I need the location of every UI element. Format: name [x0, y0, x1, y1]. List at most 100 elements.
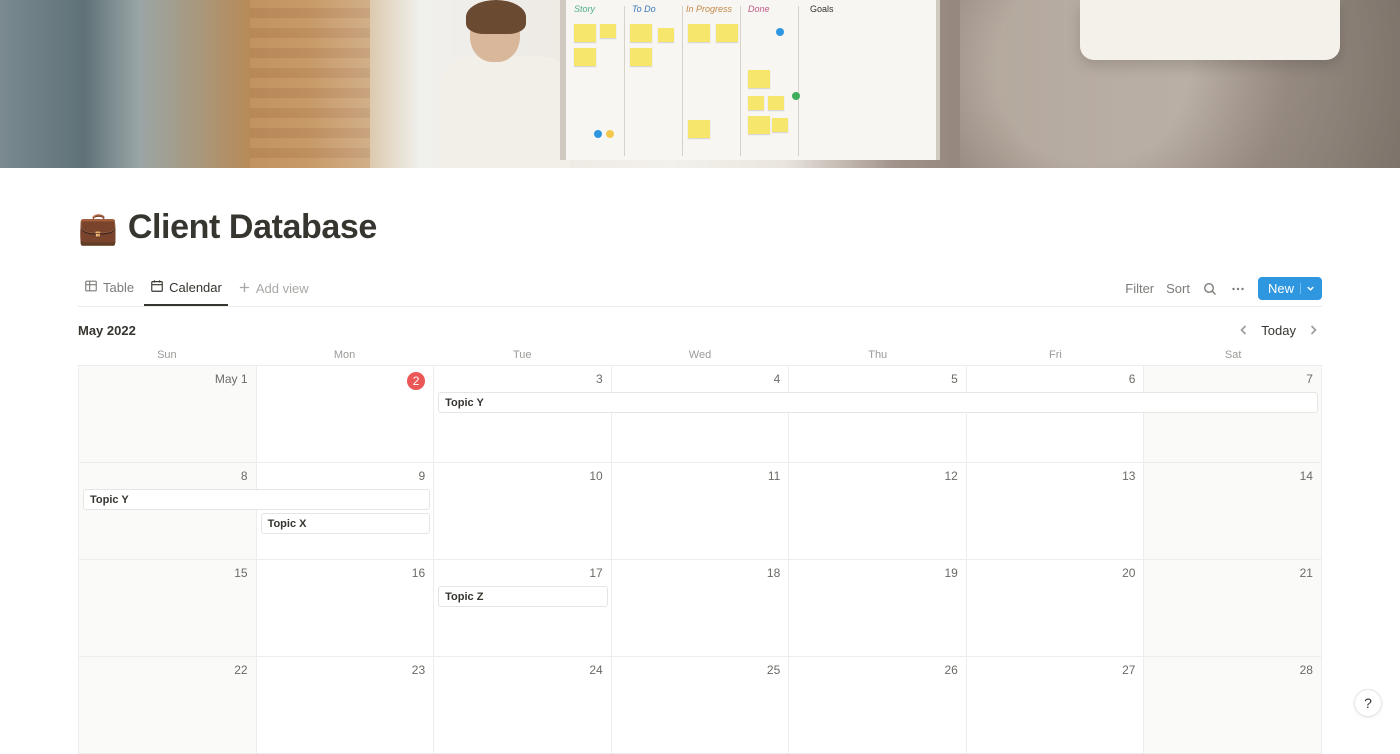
dow-label: Mon: [256, 347, 434, 363]
new-button-label: New: [1268, 281, 1294, 296]
calendar-day[interactable]: 13: [967, 463, 1145, 560]
new-button[interactable]: New: [1258, 277, 1322, 300]
calendar-day[interactable]: May 1: [79, 366, 257, 463]
calendar-day[interactable]: 10: [434, 463, 612, 560]
search-icon[interactable]: [1202, 281, 1218, 297]
calendar-header: May 2022 Today: [78, 317, 1322, 343]
day-number: 27: [1122, 663, 1135, 677]
day-number: 16: [412, 566, 425, 580]
calendar-day[interactable]: 3: [434, 366, 612, 463]
day-number: 14: [1300, 469, 1313, 483]
calendar-day[interactable]: 11: [612, 463, 790, 560]
calendar-day[interactable]: 27: [967, 657, 1145, 754]
calendar-week: 8 9 10 11 12 13 14 Topic Y Topic X: [79, 463, 1322, 560]
day-number: 12: [944, 469, 957, 483]
dow-label: Sun: [78, 347, 256, 363]
calendar-day[interactable]: 15: [79, 560, 257, 657]
day-number: 26: [944, 663, 957, 677]
filter-button[interactable]: Filter: [1125, 281, 1154, 296]
day-number: 22: [234, 663, 247, 677]
day-number: 24: [589, 663, 602, 677]
help-button[interactable]: ?: [1354, 689, 1382, 717]
calendar-day[interactable]: 20: [967, 560, 1145, 657]
today-button[interactable]: Today: [1261, 323, 1296, 338]
calendar-icon: [150, 279, 164, 296]
page-title[interactable]: Client Database: [128, 208, 377, 247]
view-tab-calendar-label: Calendar: [169, 280, 222, 295]
day-number: 10: [589, 469, 602, 483]
plus-icon: [238, 281, 251, 297]
views-bar: Table Calendar Add view Filter Sort: [78, 271, 1322, 307]
calendar-week: 22 23 24 25 26 27 28: [79, 657, 1322, 754]
day-number: 4: [774, 372, 781, 386]
calendar-day[interactable]: 28: [1144, 657, 1322, 754]
day-number: 25: [767, 663, 780, 677]
calendar-day[interactable]: 17: [434, 560, 612, 657]
calendar-day[interactable]: 9: [257, 463, 435, 560]
calendar-week: 15 16 17 18 19 20 21 Topic Z: [79, 560, 1322, 657]
calendar-event[interactable]: Topic Z: [438, 586, 608, 607]
calendar-event[interactable]: Topic X: [261, 513, 431, 534]
calendar-day[interactable]: 6: [967, 366, 1145, 463]
day-number: May 1: [215, 372, 248, 386]
calendar-day[interactable]: 14: [1144, 463, 1322, 560]
calendar-day[interactable]: 23: [257, 657, 435, 754]
sort-button[interactable]: Sort: [1166, 281, 1190, 296]
day-number: 13: [1122, 469, 1135, 483]
calendar-day[interactable]: 4: [612, 366, 790, 463]
day-number: 8: [241, 469, 248, 483]
day-number: 11: [768, 469, 780, 483]
dow-label: Wed: [611, 347, 789, 363]
day-number: 3: [596, 372, 603, 386]
calendar-day[interactable]: 7: [1144, 366, 1322, 463]
view-tab-table-label: Table: [103, 280, 134, 295]
chevron-down-icon[interactable]: [1300, 283, 1316, 294]
day-number: 28: [1300, 663, 1313, 677]
cover-image: Story To Do In Progress Done Goals: [0, 0, 1400, 168]
calendar-day[interactable]: 26: [789, 657, 967, 754]
more-icon[interactable]: [1230, 281, 1246, 297]
next-month-button[interactable]: [1304, 321, 1322, 339]
dow-row: SunMonTueWedThuFriSat: [78, 347, 1322, 363]
cover-whiteboard: Story To Do In Progress Done Goals: [560, 0, 940, 160]
calendar-day[interactable]: 18: [612, 560, 790, 657]
calendar-day[interactable]: 24: [434, 657, 612, 754]
calendar-event[interactable]: Topic Y: [438, 392, 1318, 413]
day-number: 20: [1122, 566, 1135, 580]
day-number: 23: [412, 663, 425, 677]
day-number: 17: [589, 566, 602, 580]
table-icon: [84, 279, 98, 296]
calendar-day[interactable]: 2: [257, 366, 435, 463]
page-icon[interactable]: 💼: [78, 212, 118, 244]
day-number: 19: [944, 566, 957, 580]
calendar-day[interactable]: 19: [789, 560, 967, 657]
dow-label: Tue: [433, 347, 611, 363]
view-tab-calendar[interactable]: Calendar: [144, 272, 228, 306]
view-tab-table[interactable]: Table: [78, 272, 140, 306]
calendar-day[interactable]: 5: [789, 366, 967, 463]
calendar-day[interactable]: 8: [79, 463, 257, 560]
calendar-day[interactable]: 16: [257, 560, 435, 657]
day-number: 15: [234, 566, 247, 580]
dow-label: Fri: [967, 347, 1145, 363]
day-number: 21: [1300, 566, 1313, 580]
add-view-label: Add view: [256, 281, 309, 296]
calendar-week: May 1 2 3 4 5 6 7 Topic Y: [79, 366, 1322, 463]
calendar-event[interactable]: Topic Y: [83, 489, 430, 510]
day-number: 18: [767, 566, 780, 580]
prev-month-button[interactable]: [1235, 321, 1253, 339]
cover-lamp: [1080, 0, 1340, 60]
calendar-month-label: May 2022: [78, 323, 136, 338]
day-number: 6: [1129, 372, 1136, 386]
add-view-button[interactable]: Add view: [232, 281, 315, 297]
cover-person: [380, 0, 580, 168]
calendar-day[interactable]: 12: [789, 463, 967, 560]
calendar-grid: May 1234567Topic Y891011121314Topic YTop…: [78, 365, 1322, 754]
calendar-day[interactable]: 22: [79, 657, 257, 754]
day-number: 7: [1306, 372, 1313, 386]
calendar-day[interactable]: 21: [1144, 560, 1322, 657]
day-number: 9: [418, 469, 425, 483]
day-number: 5: [951, 372, 958, 386]
calendar-day[interactable]: 25: [612, 657, 790, 754]
dow-label: Sat: [1144, 347, 1322, 363]
